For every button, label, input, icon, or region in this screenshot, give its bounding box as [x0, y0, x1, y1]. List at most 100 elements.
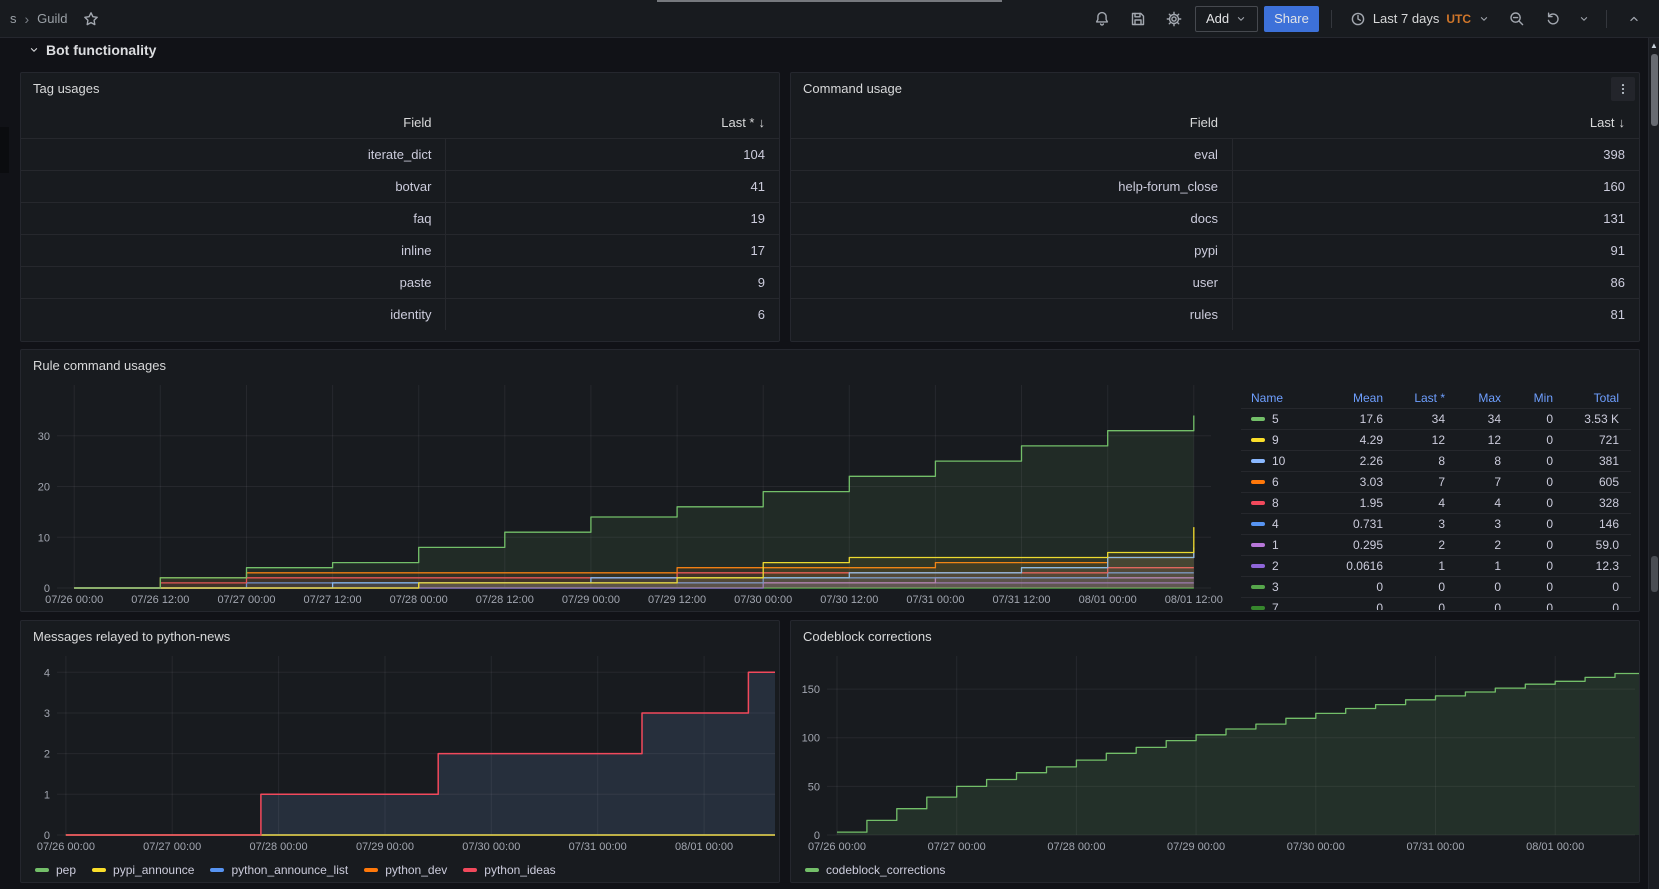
- panel-menu-kebab-icon[interactable]: [1611, 77, 1635, 101]
- legend-row[interactable]: 5 17.6 34 34 0 3.53 K: [1241, 408, 1631, 429]
- codeblock-corrections-chart[interactable]: 05010015007/26 00:0007/27 00:0007/28 00:…: [791, 648, 1639, 857]
- legend-item[interactable]: python_announce_list: [210, 863, 348, 877]
- legend-row[interactable]: 9 4.29 12 12 0 721: [1241, 429, 1631, 450]
- refresh-icon[interactable]: [1538, 5, 1568, 33]
- refresh-interval-chevron-icon[interactable]: [1574, 5, 1594, 33]
- min-value: 0: [1509, 433, 1561, 447]
- scrollbar-thumb[interactable]: [1651, 54, 1658, 126]
- last-value: 0: [1391, 580, 1453, 594]
- column-header-last[interactable]: Last *↓: [445, 115, 779, 130]
- legend-item[interactable]: pep: [35, 863, 76, 877]
- series-color-swatch: [1251, 480, 1265, 484]
- row-header-bot-functionality[interactable]: Bot functionality: [28, 42, 156, 58]
- panel-title[interactable]: Rule command usages: [21, 350, 1639, 377]
- command-usage-table: Field Last↓ eval 398 help-forum_close 16…: [791, 106, 1639, 330]
- legend-item[interactable]: python_ideas: [463, 863, 555, 877]
- field-cell: eval: [791, 147, 1232, 162]
- share-button[interactable]: Share: [1264, 6, 1319, 32]
- series-label: codeblock_corrections: [826, 863, 945, 877]
- last-value-cell: 160: [1232, 171, 1639, 202]
- scrollbar-up-arrow[interactable]: ▲: [1649, 40, 1659, 52]
- min-value: 0: [1509, 559, 1561, 573]
- legend-header-mean[interactable]: Mean: [1329, 391, 1391, 405]
- svg-text:08/01 00:00: 08/01 00:00: [675, 841, 733, 853]
- svg-text:07/29 00:00: 07/29 00:00: [1167, 841, 1225, 853]
- field-cell: identity: [21, 307, 445, 322]
- zoom-out-icon[interactable]: [1502, 5, 1532, 33]
- max-value: 1: [1453, 559, 1509, 573]
- svg-text:07/28 00:00: 07/28 00:00: [1047, 841, 1105, 853]
- breadcrumb-page[interactable]: Guild: [37, 11, 67, 26]
- column-header-last[interactable]: Last↓: [1232, 115, 1639, 130]
- svg-text:07/29 00:00: 07/29 00:00: [356, 841, 414, 853]
- breadcrumb-tail[interactable]: s: [10, 11, 17, 26]
- series-color-swatch: [805, 868, 819, 872]
- panel-title[interactable]: Codeblock corrections: [791, 621, 1639, 648]
- last-value-cell: 86: [1232, 267, 1639, 298]
- breadcrumb-separator-icon: ›: [25, 11, 30, 27]
- legend-header-max[interactable]: Max: [1453, 391, 1509, 405]
- table-row: botvar 41: [21, 170, 779, 202]
- series-name: 9: [1241, 433, 1329, 447]
- mean-value: 0.0616: [1329, 559, 1391, 573]
- breadcrumb[interactable]: s › Guild: [10, 5, 106, 33]
- legend-header-min[interactable]: Min: [1509, 391, 1561, 405]
- add-button-label: Add: [1206, 11, 1229, 26]
- total-value: 328: [1561, 496, 1627, 510]
- add-button[interactable]: Add: [1195, 6, 1258, 32]
- legend-item[interactable]: codeblock_corrections: [805, 863, 945, 877]
- legend-row[interactable]: 6 3.03 7 7 0 605: [1241, 471, 1631, 492]
- legend-row[interactable]: 8 1.95 4 4 0 328: [1241, 492, 1631, 513]
- legend-row[interactable]: 3 0 0 0 0 0: [1241, 576, 1631, 597]
- dashboard-settings-gear-icon[interactable]: [1159, 5, 1189, 33]
- panel-tag-usages: Tag usages Field Last *↓ iterate_dict 10…: [20, 72, 780, 342]
- panel-title[interactable]: Messages relayed to python-news: [21, 621, 779, 648]
- column-header-field[interactable]: Field: [21, 115, 445, 130]
- page-scrollbar[interactable]: ▲: [1648, 38, 1659, 889]
- table-header-row: Field Last *↓: [21, 106, 779, 138]
- legend-header-last[interactable]: Last *: [1391, 391, 1453, 405]
- total-value: 146: [1561, 517, 1627, 531]
- legend-header-name[interactable]: Name: [1241, 391, 1329, 405]
- svg-text:2: 2: [44, 749, 50, 761]
- panel-title[interactable]: Tag usages: [21, 73, 779, 100]
- total-value: 0: [1561, 580, 1627, 594]
- legend-row[interactable]: 4 0.731 3 3 0 146: [1241, 513, 1631, 534]
- rule-command-usages-chart[interactable]: 010203007/26 00:0007/26 12:0007/27 00:00…: [21, 377, 1241, 610]
- legend-row[interactable]: 10 2.26 8 8 0 381: [1241, 450, 1631, 471]
- series-name: 7: [1241, 601, 1329, 610]
- legend-row[interactable]: 7 0 0 0 0 0: [1241, 597, 1631, 610]
- chevron-down-icon: [1478, 13, 1490, 25]
- legend-item[interactable]: python_dev: [364, 863, 447, 877]
- svg-text:10: 10: [38, 532, 50, 544]
- table-row: help-forum_close 160: [791, 170, 1639, 202]
- messages-relayed-chart[interactable]: 0123407/26 00:0007/27 00:0007/28 00:0007…: [21, 648, 779, 857]
- max-value: 7: [1453, 475, 1509, 489]
- alerts-bell-icon[interactable]: [1087, 5, 1117, 33]
- svg-text:07/27 00:00: 07/27 00:00: [217, 594, 275, 606]
- last-value-cell: 41: [445, 171, 779, 202]
- total-value: 59.0: [1561, 538, 1627, 552]
- series-color-swatch: [1251, 543, 1265, 547]
- legend-row[interactable]: 2 0.0616 1 1 0 12.3: [1241, 555, 1631, 576]
- collapse-topbar-chevron-up-icon[interactable]: [1619, 5, 1649, 33]
- favorite-star-icon[interactable]: [76, 5, 106, 33]
- field-cell: inline: [21, 243, 445, 258]
- column-header-field[interactable]: Field: [791, 115, 1232, 130]
- series-label: python_ideas: [484, 863, 555, 877]
- last-value-cell: 17: [445, 235, 779, 266]
- series-color-swatch: [35, 868, 49, 872]
- legend-row[interactable]: 1 0.295 2 2 0 59.0: [1241, 534, 1631, 555]
- last-value-cell: 6: [445, 299, 779, 330]
- field-cell: help-forum_close: [791, 179, 1232, 194]
- svg-text:07/30 12:00: 07/30 12:00: [820, 594, 878, 606]
- series-label: python_dev: [385, 863, 447, 877]
- table-row: paste 9: [21, 266, 779, 298]
- panel-title[interactable]: Command usage: [791, 73, 1639, 100]
- legend-header-total[interactable]: Total: [1561, 391, 1627, 405]
- min-value: 0: [1509, 412, 1561, 426]
- legend-item[interactable]: pypi_announce: [92, 863, 194, 877]
- save-dashboard-icon[interactable]: [1123, 5, 1153, 33]
- legend-table: Name Mean Last * Max Min Total 5 17.6 34: [1241, 377, 1639, 610]
- time-range-picker[interactable]: Last 7 days UTC: [1344, 6, 1496, 32]
